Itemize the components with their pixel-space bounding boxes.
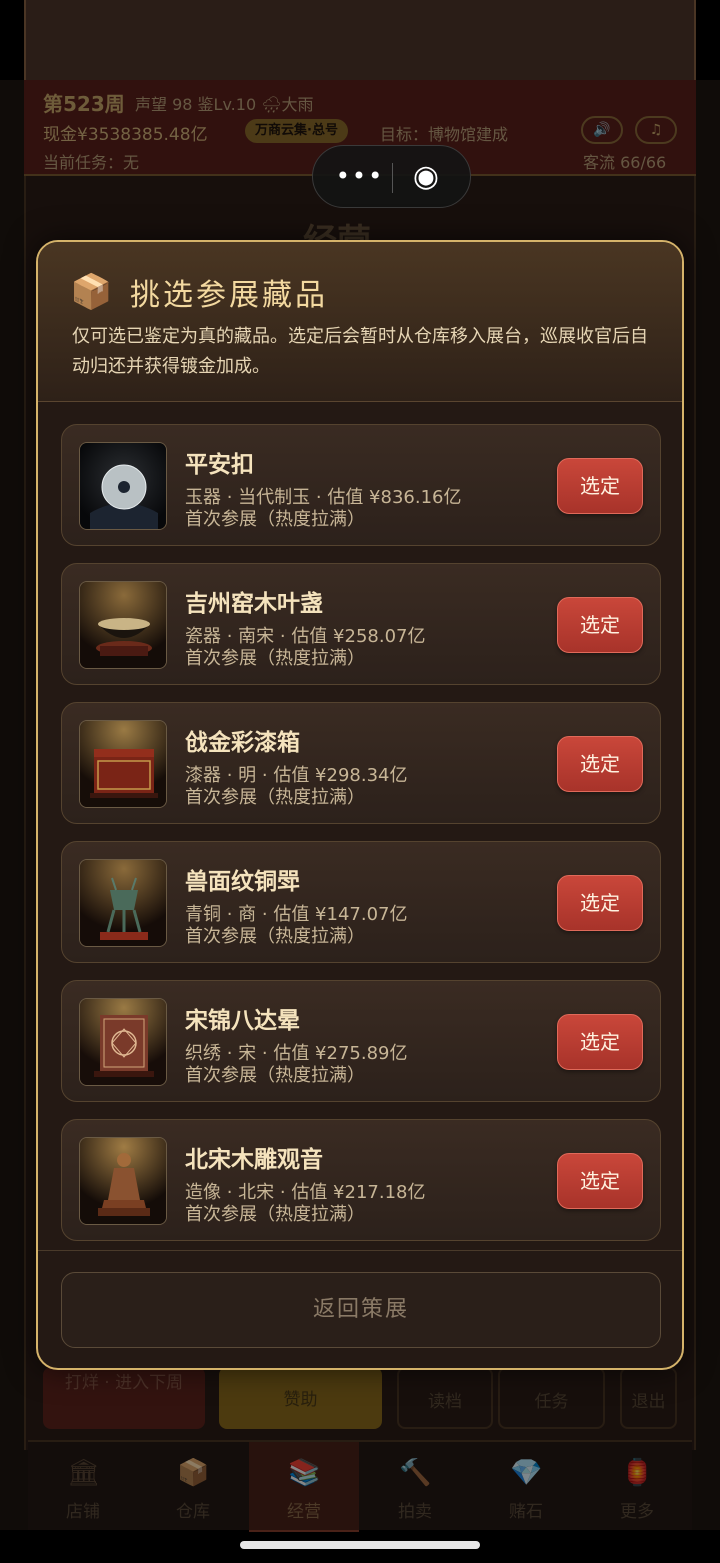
miniprogram-capsule: ••• ◉ (312, 145, 471, 208)
item-note: 首次参展（热度拉满） (185, 926, 365, 947)
select-button[interactable]: 选定 (557, 875, 643, 931)
capsule-divider (392, 163, 393, 193)
item-name: 兽面纹铜斝 (185, 869, 300, 895)
more-icon[interactable]: ••• (335, 158, 385, 196)
item-note: 首次参展（热度拉满） (185, 787, 365, 808)
select-exhibit-modal: 📦 挑选参展藏品 仅可选已鉴定为真的藏品。选定后会暂时从仓库移入展台，巡展收官后… (36, 240, 684, 1370)
item-thumbnail-bronze-vessel (79, 859, 167, 947)
item-note: 首次参展（热度拉满） (185, 1065, 365, 1086)
item-thumbnail-tea-bowl (79, 581, 167, 669)
item-thumbnail-brocade (79, 998, 167, 1086)
select-button[interactable]: 选定 (557, 1153, 643, 1209)
select-button[interactable]: 选定 (557, 1014, 643, 1070)
modal-title: 挑选参展藏品 (130, 278, 328, 313)
list-item: 北宋木雕观音 造像 · 北宋 · 估值 ¥217.18亿 首次参展（热度拉满） … (61, 1119, 661, 1241)
list-item: 戗金彩漆箱 漆器 · 明 · 估值 ¥298.34亿 首次参展（热度拉满） 选定 (61, 702, 661, 824)
item-name: 宋锦八达晕 (185, 1008, 300, 1034)
list-item: 宋锦八达晕 织绣 · 宋 · 估值 ¥275.89亿 首次参展（热度拉满） 选定 (61, 980, 661, 1102)
list-item: 平安扣 玉器 · 当代制玉 · 估值 ¥836.16亿 首次参展（热度拉满） 选… (61, 424, 661, 546)
home-indicator[interactable] (240, 1541, 480, 1549)
item-name: 平安扣 (185, 452, 254, 478)
item-thumbnail-lacquer-box (79, 720, 167, 808)
item-name: 吉州窑木叶盏 (185, 591, 323, 617)
item-thumbnail-guanyin-statue (79, 1137, 167, 1225)
divider (38, 1250, 682, 1251)
item-note: 首次参展（热度拉满） (185, 1204, 365, 1225)
item-note: 首次参展（热度拉满） (185, 648, 365, 669)
item-name: 北宋木雕观音 (185, 1147, 323, 1173)
box-icon: 📦 (70, 272, 113, 312)
item-name: 戗金彩漆箱 (185, 730, 300, 756)
close-target-icon[interactable]: ◉ (406, 159, 446, 197)
select-button[interactable]: 选定 (557, 597, 643, 653)
modal-description: 仅可选已鉴定为真的藏品。选定后会暂时从仓库移入展台，巡展收官后自动归还并获得镀金… (72, 326, 648, 377)
item-note: 首次参展（热度拉满） (185, 509, 365, 530)
select-button[interactable]: 选定 (557, 736, 643, 792)
list-item: 吉州窑木叶盏 瓷器 · 南宋 · 估值 ¥258.07亿 首次参展（热度拉满） … (61, 563, 661, 685)
back-to-curation-button[interactable]: 返回策展 (61, 1272, 661, 1348)
select-button[interactable]: 选定 (557, 458, 643, 514)
modal-header: 📦 挑选参展藏品 仅可选已鉴定为真的藏品。选定后会暂时从仓库移入展台，巡展收官后… (38, 242, 682, 402)
item-thumbnail-jade-disc (79, 442, 167, 530)
list-item: 兽面纹铜斝 青铜 · 商 · 估值 ¥147.07亿 首次参展（热度拉满） 选定 (61, 841, 661, 963)
